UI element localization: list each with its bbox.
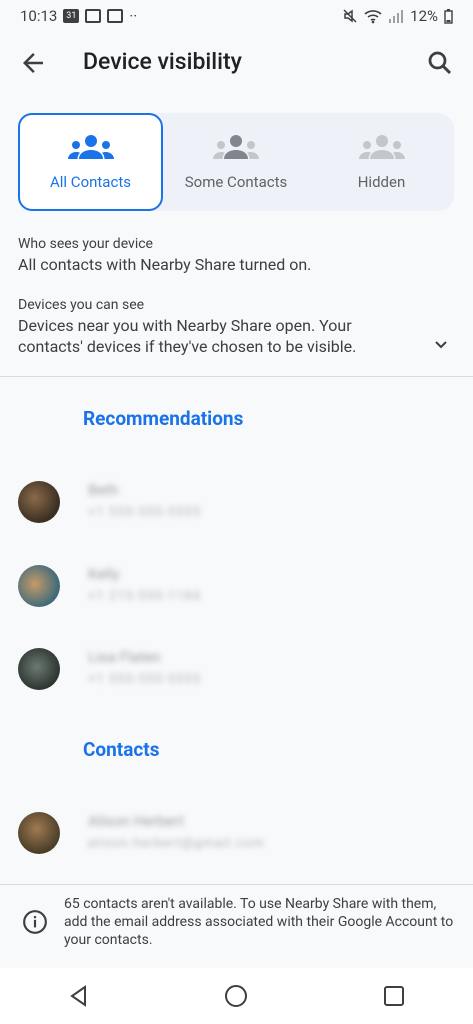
avatar (18, 812, 60, 854)
contact-detail: +1 555-555-5555 (88, 672, 202, 687)
people-group-icon (67, 135, 114, 159)
search-icon[interactable] (425, 48, 455, 78)
contact-detail: +1 215-555-1184 (88, 589, 202, 604)
mail-icon (85, 9, 102, 23)
option-some-contacts[interactable]: Some Contacts (163, 113, 309, 211)
info-icon (23, 910, 47, 934)
list-item[interactable]: Alison Herbert alison.herbert@gmail.com (18, 812, 458, 860)
person-group-icon (213, 135, 259, 159)
status-time: 10:13 (20, 7, 58, 25)
nav-home-icon[interactable] (222, 982, 250, 1010)
more-notifications-icon: ·· (129, 7, 138, 25)
contact-detail: +1 555-555-5555 (88, 505, 202, 520)
avatar (18, 648, 60, 690)
system-nav-bar (0, 968, 473, 1024)
nav-recents-icon[interactable] (380, 982, 408, 1010)
hidden-group-icon (358, 135, 405, 159)
avatar (18, 481, 60, 523)
option-label: Some Contacts (184, 173, 288, 191)
option-hidden[interactable]: Hidden (309, 113, 454, 211)
list-item[interactable]: Lisa Flaten +1 555-555-5555 (18, 648, 458, 696)
back-arrow-icon[interactable] (18, 48, 48, 78)
chevron-down-icon[interactable] (433, 336, 449, 352)
divider (0, 884, 473, 885)
devices-see-body: Devices near you with Nearby Share open.… (18, 316, 357, 356)
calendar-icon: 31 (63, 9, 80, 23)
recommendations-title: Recommendations (83, 407, 244, 430)
who-sees-heading: Who sees your device (18, 236, 153, 252)
wifi-icon (364, 10, 382, 24)
nav-back-icon[interactable] (65, 982, 93, 1010)
avatar (18, 565, 60, 607)
list-item[interactable]: Beth +1 555-555-5555 (18, 481, 458, 529)
devices-see-heading: Devices you can see (18, 297, 145, 313)
option-label: Hidden (357, 173, 406, 191)
list-item[interactable]: Kelly +1 215-555-1184 (18, 565, 458, 613)
contact-detail: alison.herbert@gmail.com (88, 836, 265, 851)
contact-name: Lisa Flaten (88, 648, 161, 666)
notice-text: 65 contacts aren't available. To use Nea… (64, 896, 454, 948)
contact-name: Beth (88, 481, 119, 499)
option-label: All Contacts (50, 173, 131, 191)
option-all-contacts[interactable]: All Contacts (18, 113, 163, 211)
contact-name: Kelly (88, 565, 120, 583)
app-bar: Device visibility (0, 34, 473, 94)
contact-name: Alison Herbert (88, 812, 184, 830)
divider (0, 376, 473, 377)
battery-percent: 12% (410, 7, 438, 25)
who-sees-section: Who sees your device All contacts with N… (18, 236, 458, 275)
devices-see-section[interactable]: Devices you can see Devices near you wit… (18, 297, 418, 357)
battery-icon (444, 8, 453, 24)
who-sees-body: All contacts with Nearby Share turned on… (18, 255, 312, 274)
signal-icon (389, 10, 404, 23)
mute-icon (343, 9, 357, 23)
status-bar: 10:13 31 ·· 12% (0, 0, 473, 32)
page-title: Device visibility (83, 48, 242, 75)
visibility-selector: All Contacts Some Contacts Hidden (18, 113, 454, 211)
contacts-title: Contacts (83, 738, 160, 761)
image-icon (107, 9, 124, 23)
